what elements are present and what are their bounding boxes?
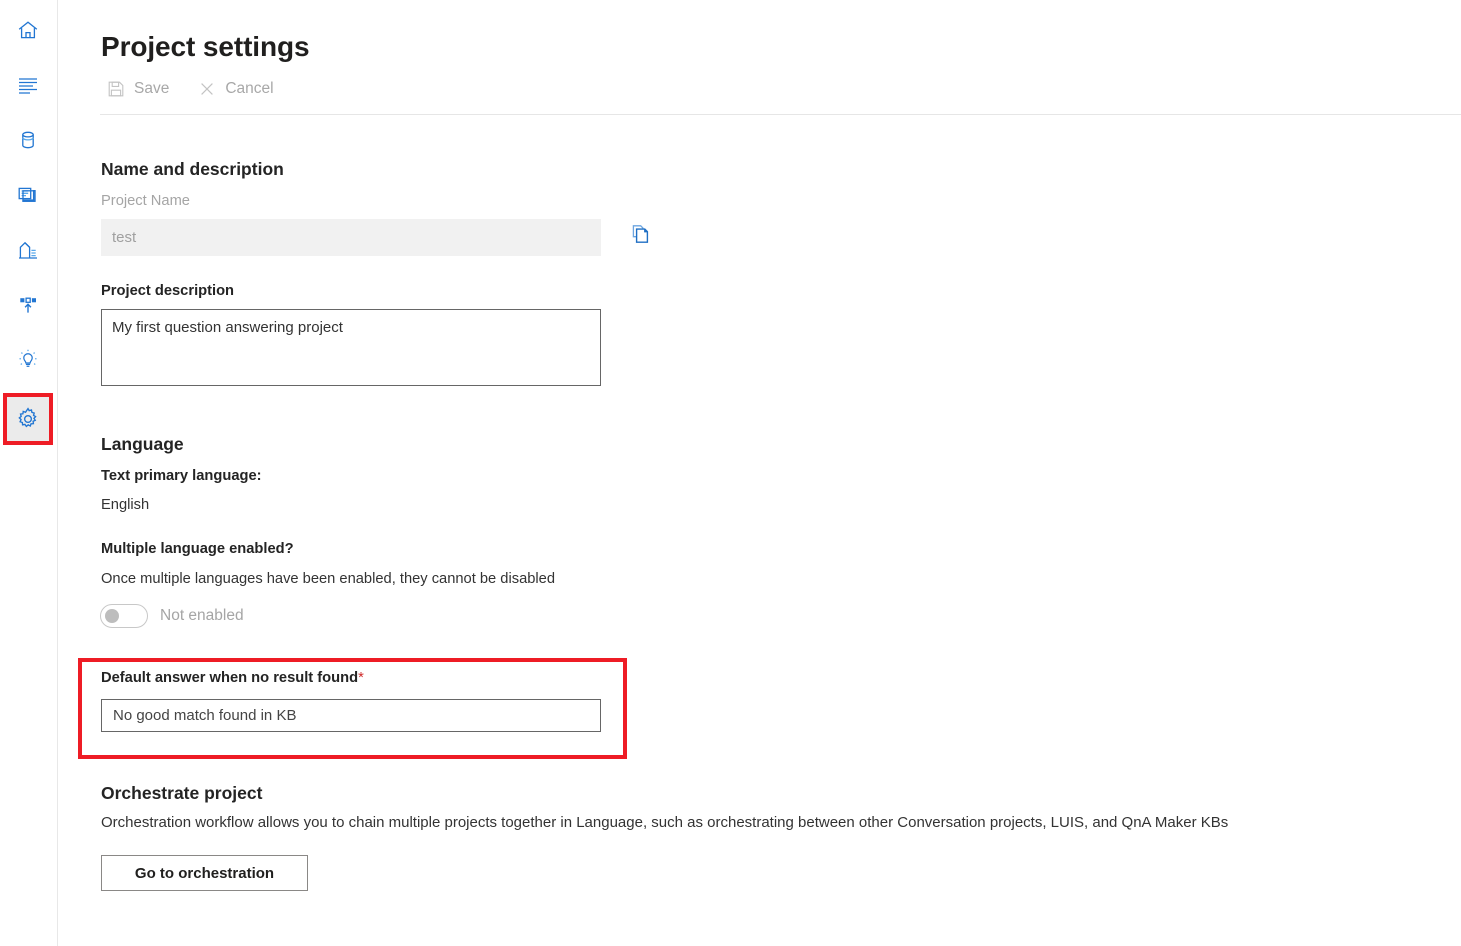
section-heading-orchestrate: Orchestrate project	[101, 783, 262, 804]
sidebar-item-text[interactable]	[3, 59, 53, 111]
copy-icon	[630, 223, 652, 248]
project-name-input[interactable]	[101, 219, 601, 256]
settings-content: Project settings Save Ca	[58, 0, 1461, 946]
multiple-language-toggle-row: Not enabled	[100, 604, 244, 628]
sidebar-item-settings[interactable]	[3, 393, 53, 445]
deploy-icon	[16, 238, 40, 262]
copy-project-name-button[interactable]	[624, 218, 658, 252]
home-icon	[16, 18, 40, 42]
gear-icon	[15, 406, 41, 432]
database-icon	[16, 128, 40, 152]
sidebar-item-publish[interactable]	[3, 279, 53, 331]
multiple-language-toggle-label: Not enabled	[160, 607, 244, 625]
save-button-label: Save	[134, 80, 169, 98]
required-marker: *	[358, 670, 364, 686]
documents-icon	[16, 183, 40, 207]
multiple-language-note: Once multiple languages have been enable…	[101, 571, 555, 587]
sidebar-item-insights[interactable]	[3, 334, 53, 386]
cancel-button[interactable]: Cancel	[192, 76, 282, 102]
orchestrate-description: Orchestration workflow allows you to cha…	[101, 814, 1228, 831]
left-icon-rail	[0, 0, 58, 946]
app-root: Project settings Save Ca	[0, 0, 1461, 946]
section-heading-name-and-description: Name and description	[101, 159, 284, 180]
default-answer-label-text: Default answer when no result found	[101, 670, 358, 686]
save-disk-icon	[107, 80, 125, 98]
close-x-icon	[198, 80, 216, 98]
sidebar-item-database[interactable]	[3, 114, 53, 166]
lightbulb-icon	[16, 348, 40, 372]
sidebar-item-deploy[interactable]	[3, 224, 53, 276]
default-answer-label: Default answer when no result found*	[101, 670, 364, 686]
sidebar-item-home[interactable]	[3, 4, 53, 56]
default-answer-input[interactable]	[101, 699, 601, 732]
toggle-knob	[105, 609, 119, 623]
go-to-orchestration-button[interactable]: Go to orchestration	[101, 855, 308, 891]
text-lines-icon	[16, 73, 40, 97]
project-description-textarea[interactable]	[101, 309, 601, 386]
primary-language-label: Text primary language:	[101, 468, 262, 484]
sidebar-item-documents[interactable]	[3, 169, 53, 221]
multiple-language-toggle[interactable]	[100, 604, 148, 628]
cancel-button-label: Cancel	[225, 80, 273, 98]
command-bar: Save Cancel	[101, 72, 283, 106]
save-button[interactable]: Save	[101, 76, 178, 102]
multiple-language-label: Multiple language enabled?	[101, 541, 294, 557]
page-title: Project settings	[101, 31, 309, 63]
project-description-label: Project description	[101, 283, 234, 299]
publish-icon	[16, 293, 40, 317]
project-name-label: Project Name	[101, 193, 190, 209]
section-heading-language: Language	[101, 434, 184, 455]
command-bar-divider	[100, 114, 1461, 115]
primary-language-value: English	[101, 497, 149, 513]
